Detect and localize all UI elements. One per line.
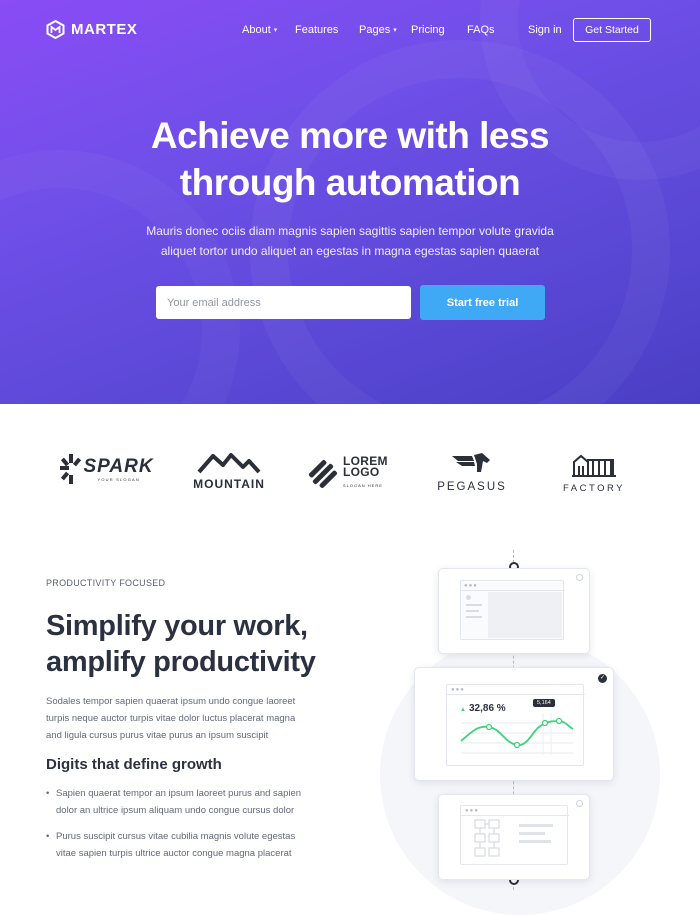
- chart-window: ●●● ▲ 32,86 % 5,164: [446, 684, 585, 766]
- list-item-line: Sapien quaerat tempor an ipsum laoreet p…: [56, 788, 302, 799]
- get-started-button[interactable]: Get Started: [573, 18, 651, 42]
- section-paragraph: Sodales tempor sapien quaerat ipsum undo…: [46, 693, 346, 744]
- nav-item-label: About: [242, 24, 271, 36]
- hero-subtitle: Mauris donec ociis diam magnis sapien sa…: [120, 221, 580, 261]
- client-logo-pegasus: PEGASUS: [430, 452, 514, 493]
- paragraph-line: Sodales tempor sapien quaerat ipsum undo…: [46, 696, 296, 707]
- avatar-icon: [466, 595, 471, 600]
- client-logo-spark: SPARK YOUR SLOGAN: [60, 452, 154, 486]
- lorem-logo-tagline: SLOGAN HERE: [343, 483, 383, 488]
- nav-item-faqs[interactable]: FAQs: [467, 24, 495, 36]
- list-item: Purus suscipit cursus vitae cubilia magn…: [46, 828, 346, 862]
- start-free-trial-button[interactable]: Start free trial: [420, 285, 545, 320]
- chevron-down-icon: ▾: [273, 27, 278, 34]
- brand-logo[interactable]: MARTEX: [46, 20, 137, 39]
- window-dots-icon: ●●●: [464, 583, 478, 589]
- client-logo-factory: FACTORY: [554, 452, 634, 494]
- paragraph-line: turpis neque auctor turpis vitae dolor l…: [46, 713, 296, 724]
- factory-logo-icon: [572, 454, 616, 477]
- pegasus-logo-icon: [452, 453, 490, 472]
- analytics-card: ✓ ●●● ▲ 32,86 % 5,164: [414, 667, 614, 781]
- lorem-logo-icon: [308, 459, 338, 488]
- flowchart-window: ●●●: [460, 805, 569, 865]
- status-dot-icon: [576, 800, 583, 807]
- chevron-down-icon: ▾: [393, 27, 397, 34]
- nav-item-label: Pages: [359, 24, 391, 36]
- mountain-logo-name: MOUNTAIN: [193, 477, 265, 491]
- client-logo-lorem: LOREM LOGO SLOGAN HERE: [308, 455, 392, 491]
- hero-subtitle-line: Mauris donec ociis diam magnis sapien sa…: [146, 224, 554, 238]
- spark-logo-tagline: YOUR SLOGAN: [97, 476, 140, 482]
- section-headline: Simplify your work, amplify productivity: [46, 608, 366, 680]
- section-subheading: Digits that define growth: [46, 756, 222, 773]
- line-chart: [460, 713, 574, 755]
- window-mockup: ●●●: [460, 580, 565, 640]
- section-eyebrow: PRODUCTIVITY FOCUSED: [46, 578, 166, 588]
- brand-mark-icon: [46, 20, 65, 39]
- list-item-line: vitae sapien turpis ultrice auctor congu…: [56, 848, 292, 859]
- spark-logo-icon: [60, 454, 82, 484]
- hero-subtitle-line: aliquet tortor undo aliquet an egestas i…: [160, 244, 540, 258]
- lorem-logo-name: LOGO: [343, 465, 380, 479]
- check-icon: ✓: [598, 674, 607, 683]
- flowchart-icon: [474, 819, 553, 857]
- section-headline-line: Simplify your work,: [46, 610, 308, 642]
- nav-item-pages[interactable]: Pages ▾: [359, 24, 397, 36]
- workflow-card: ●●●: [438, 794, 590, 880]
- mountain-logo-icon: [197, 453, 261, 474]
- hero-title-line: Achieve more with less: [150, 115, 550, 156]
- hero-title-line: through automation: [179, 162, 521, 203]
- factory-logo-name: FACTORY: [562, 483, 626, 494]
- top-nav: MARTEX About ▾ Features Pages ▾ Pricing FA…: [0, 0, 700, 60]
- hero-title: Achieve more with less through automatio…: [0, 112, 700, 206]
- list-item-line: dolor an ultrice ipsum aliquam undo cong…: [56, 805, 295, 816]
- client-logo-mountain: MOUNTAIN: [188, 452, 270, 491]
- list-item-line: Purus suscipit cursus vitae cubilia magn…: [56, 831, 296, 842]
- workflow-card: ●●●: [438, 568, 590, 654]
- list-item: Sapien quaerat tempor an ipsum laoreet p…: [46, 785, 346, 819]
- sign-in-link[interactable]: Sign in: [528, 24, 562, 36]
- status-dot-icon: [576, 574, 583, 581]
- section-headline-line: amplify productivity: [46, 646, 316, 678]
- brand-name: MARTEX: [71, 21, 138, 38]
- paragraph-line: and ligula cursus purus vitae purus an i…: [46, 730, 269, 741]
- nav-item-label: Features: [295, 24, 339, 36]
- nav-item-label: FAQs: [467, 24, 495, 36]
- nav-item-label: Pricing: [411, 24, 445, 36]
- nav-item-features[interactable]: Features: [295, 24, 338, 36]
- pegasus-logo-name: PEGASUS: [437, 481, 507, 493]
- hero-section: MARTEX About ▾ Features Pages ▾ Pricing FA…: [0, 0, 700, 404]
- nav-item-about[interactable]: About ▾: [242, 24, 277, 36]
- spark-logo-name: SPARK: [83, 455, 154, 477]
- nav-item-pricing[interactable]: Pricing: [411, 24, 445, 36]
- email-field[interactable]: [156, 286, 411, 319]
- workflow-illustration: ●●● ✓ ●●● ▲ 32,86 % 5,164 ●●●: [370, 545, 670, 915]
